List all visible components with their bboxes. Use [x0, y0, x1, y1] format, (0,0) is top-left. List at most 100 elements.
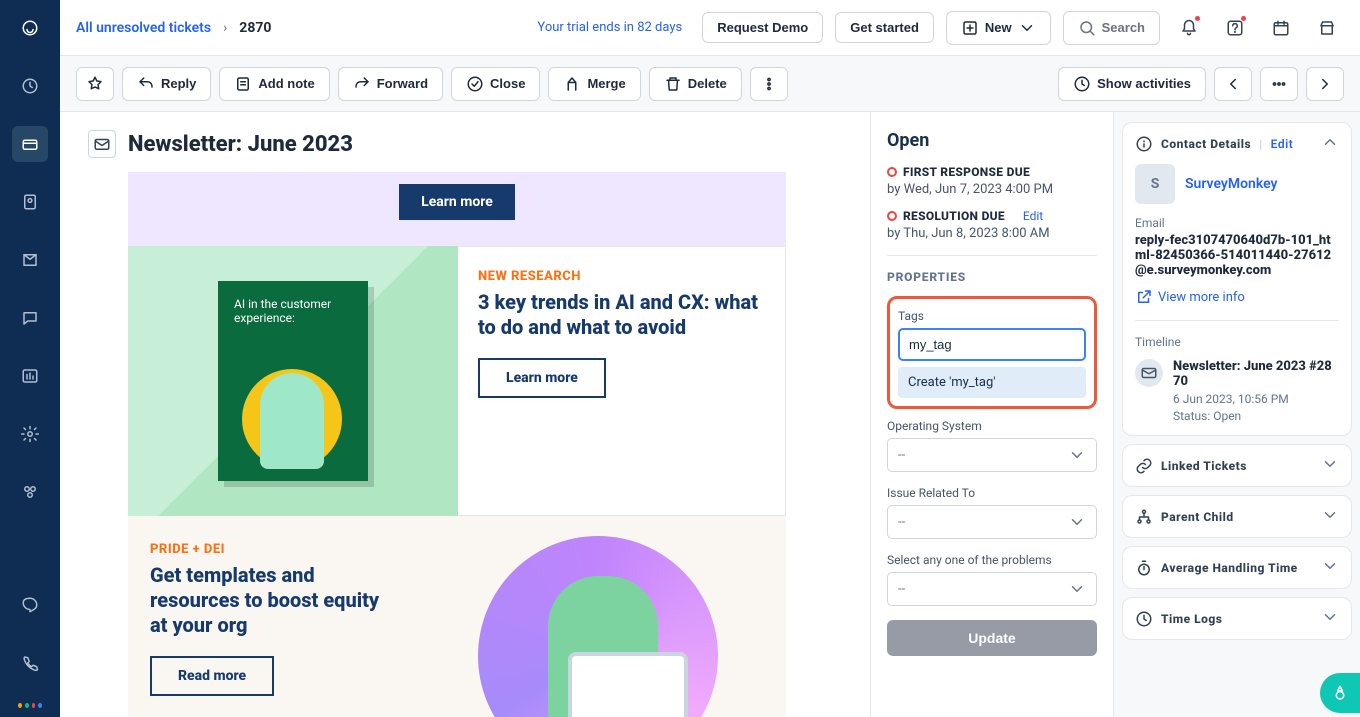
more-vertical-icon — [760, 75, 778, 93]
breadcrumb-parent[interactable]: All unresolved tickets — [76, 20, 211, 36]
issue-select[interactable]: -- — [887, 505, 1097, 539]
time-logs-panel[interactable]: Time Logs — [1123, 598, 1351, 639]
nav-contacts-icon[interactable] — [12, 184, 48, 220]
nav-analytics-icon[interactable] — [12, 358, 48, 394]
next-button[interactable] — [1306, 67, 1344, 101]
email-label: Email — [1135, 216, 1339, 230]
forward-button[interactable]: Forward — [338, 67, 443, 101]
help-icon[interactable] — [1218, 11, 1252, 45]
request-demo-button[interactable]: Request Demo — [702, 12, 823, 43]
overflow-button[interactable] — [1260, 67, 1298, 101]
external-link-icon — [1135, 288, 1153, 306]
aht-panel[interactable]: Average Handling Time — [1123, 547, 1351, 588]
stopwatch-icon — [1135, 559, 1153, 577]
problems-select[interactable]: -- — [887, 572, 1097, 606]
pride-eyebrow: PRIDE + DEI — [150, 542, 396, 557]
os-label: Operating System — [887, 419, 1097, 433]
freddy-fab-icon[interactable] — [1320, 673, 1360, 713]
marketplace-icon[interactable] — [1310, 11, 1344, 45]
nav-solutions-icon[interactable] — [12, 242, 48, 278]
timeline-title[interactable]: Newsletter: June 2023 #2870 — [1173, 359, 1339, 389]
add-note-button[interactable]: Add note — [219, 67, 329, 101]
right-panel: Contact Details | Edit S SurveyMonkey Em… — [1113, 112, 1360, 717]
chevron-up-icon[interactable] — [1321, 133, 1339, 154]
ticket-content: Newsletter: June 2023 Learn more AI in t… — [60, 112, 870, 717]
tags-dropdown: Create 'my_tag' — [898, 367, 1086, 398]
plus-icon — [961, 19, 979, 37]
sla-dot-icon — [887, 211, 897, 221]
tags-highlight: Tags Create 'my_tag' — [887, 296, 1097, 409]
forward-icon — [353, 75, 371, 93]
more-actions-button[interactable] — [750, 67, 788, 101]
parent-child-panel[interactable]: Parent Child — [1123, 496, 1351, 537]
nav-chat-icon[interactable] — [12, 300, 48, 336]
avatar: S — [1135, 164, 1175, 204]
reply-icon — [137, 75, 155, 93]
nav-team-icon[interactable] — [12, 474, 48, 510]
os-select[interactable]: -- — [887, 438, 1097, 472]
get-started-button[interactable]: Get started — [835, 12, 934, 43]
nav-phone-icon[interactable] — [12, 645, 48, 681]
first-response-time: by Wed, Jun 7, 2023 4:00 PM — [887, 182, 1097, 197]
tags-input[interactable] — [898, 328, 1086, 361]
breadcrumb-ticket-id: 2870 — [239, 20, 271, 36]
contact-email: reply-fec3107470640d7b-101_html-82450366… — [1135, 233, 1339, 278]
chevron-left-icon — [1224, 75, 1242, 93]
merge-icon — [563, 75, 581, 93]
contact-edit-link[interactable]: Edit — [1271, 137, 1294, 151]
close-button[interactable]: Close — [451, 67, 540, 101]
delete-button[interactable]: Delete — [649, 67, 742, 101]
more-horizontal-icon — [1270, 75, 1288, 93]
timeline-label: Timeline — [1135, 335, 1339, 349]
search-icon — [1078, 19, 1096, 37]
properties-heading: Properties — [887, 270, 1097, 284]
nav-more-dots[interactable] — [18, 703, 42, 709]
check-circle-icon — [466, 75, 484, 93]
chevron-down-icon — [1018, 19, 1036, 37]
nav-help-icon[interactable] — [12, 587, 48, 623]
read-more-button[interactable]: Read more — [150, 656, 274, 696]
status-label: Open — [887, 130, 1097, 151]
calendar-icon[interactable] — [1264, 11, 1298, 45]
update-button[interactable]: Update — [887, 620, 1097, 656]
chevron-down-icon — [1321, 608, 1339, 626]
nav-admin-icon[interactable] — [12, 416, 48, 452]
pride-headline: Get templates and resources to boost equ… — [150, 563, 396, 638]
chevron-right-icon — [1316, 75, 1334, 93]
resolution-edit-link[interactable]: Edit — [1023, 209, 1043, 223]
chevron-down-icon — [1321, 557, 1339, 575]
trial-notice: Your trial ends in 82 days — [537, 20, 682, 35]
sla-dot-icon — [887, 167, 897, 177]
nav-tickets-icon[interactable] — [12, 126, 48, 162]
chevron-down-icon — [1321, 506, 1339, 524]
learn-more-outline-button[interactable]: Learn more — [478, 358, 606, 398]
search-button[interactable]: Search — [1063, 11, 1160, 45]
link-icon — [1135, 457, 1153, 475]
app-logo-icon[interactable] — [12, 10, 48, 46]
chevron-right-icon: › — [223, 20, 227, 36]
envelope-icon — [88, 130, 116, 158]
contact-name-link[interactable]: SurveyMonkey — [1185, 176, 1277, 192]
notifications-icon[interactable] — [1172, 11, 1206, 45]
new-button[interactable]: New — [946, 11, 1051, 45]
email-eyebrow: NEW RESEARCH — [478, 269, 765, 284]
merge-button[interactable]: Merge — [548, 67, 640, 101]
properties-sidebar: Open First Response Due by Wed, Jun 7, 2… — [870, 112, 1113, 717]
reply-button[interactable]: Reply — [122, 67, 211, 101]
star-button[interactable] — [76, 67, 114, 101]
note-icon — [234, 75, 252, 93]
star-icon — [86, 75, 104, 93]
prev-button[interactable] — [1214, 67, 1252, 101]
create-tag-option[interactable]: Create 'my_tag' — [898, 367, 1086, 398]
learn-more-button[interactable]: Learn more — [399, 184, 515, 220]
top-bar: All unresolved tickets › 2870 Your trial… — [60, 0, 1360, 56]
nav-dashboard-icon[interactable] — [12, 68, 48, 104]
show-activities-button[interactable]: Show activities — [1058, 67, 1206, 101]
chevron-down-icon — [1068, 580, 1086, 598]
view-more-link[interactable]: View more info — [1135, 288, 1339, 306]
chevron-down-icon — [1321, 455, 1339, 473]
issue-label: Issue Related To — [887, 486, 1097, 500]
chevron-down-icon — [1068, 513, 1086, 531]
linked-tickets-panel[interactable]: Linked Tickets — [1123, 445, 1351, 486]
problems-label: Select any one of the problems — [887, 553, 1097, 567]
